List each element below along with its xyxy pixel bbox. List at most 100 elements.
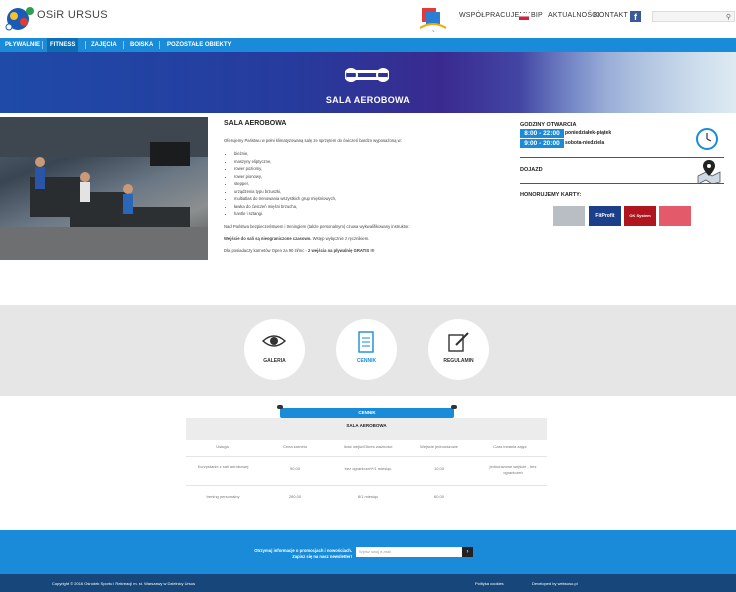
dumbbell-icon xyxy=(345,68,389,82)
link-cennik-label: CENNIK xyxy=(356,358,377,364)
equipment-item: multiatlas do trenowania wszystkich grup… xyxy=(234,195,504,203)
footer: Copyright © 2016 Ośrodek Sportu i Rekrea… xyxy=(0,574,736,592)
tab-knob xyxy=(277,405,283,409)
partner-logo-icon[interactable]: ~ xyxy=(416,6,450,34)
hours-time: 9:00 - 20:00 xyxy=(520,139,564,148)
bip-flag-icon xyxy=(519,13,529,20)
card-oksystem-logo[interactable]: OK System xyxy=(624,206,656,226)
pricing-tab[interactable]: CENNIK xyxy=(277,405,457,418)
clock-icon xyxy=(696,128,718,150)
pricing-cell: 8/1 miesiąc xyxy=(357,494,379,499)
gym-photo xyxy=(0,117,208,260)
pricing-col-header: Wejście jednorazowe xyxy=(420,444,458,449)
hours-days: sobota-niedziela xyxy=(565,140,605,146)
search-icon[interactable]: ⚲ xyxy=(726,13,731,21)
link-regulamin[interactable]: REGULAMIN xyxy=(428,319,489,380)
gym-photo-illustration xyxy=(0,117,208,260)
eye-icon xyxy=(262,335,286,347)
mainnav-item-zajecia[interactable]: ZAJĘCIA xyxy=(88,38,120,52)
pricing-cell: 90,00 xyxy=(289,466,300,471)
directions-title[interactable]: DOJAZD xyxy=(520,167,543,173)
nav-aktualnosci[interactable]: AKTUALNOŚCI xyxy=(548,12,600,19)
sidebar-divider xyxy=(520,157,724,158)
pricing-table: SALA AEROBOWA CENNIK Usługa Cena karnetu… xyxy=(186,405,547,518)
map-pin-icon[interactable] xyxy=(696,158,722,184)
pricing-cell: 280,00 xyxy=(288,494,302,499)
equipment-item: rower pionowy, xyxy=(234,173,504,181)
document-icon xyxy=(358,331,374,353)
newsletter-text: Otrzymuj informacje o promocjach i nowoś… xyxy=(240,548,352,560)
osir-logo-icon[interactable] xyxy=(4,4,36,32)
sidebar: GODZINY OTWARCIA 8:00 - 22:00 poniedział… xyxy=(520,122,724,226)
pricing-cell: trening personalny xyxy=(206,494,240,499)
svg-text:~: ~ xyxy=(432,29,435,34)
pricing-col-header: Ilość wejść/Okres ważności xyxy=(343,444,393,449)
newsletter-line2: Zapisz się na nasz newsletter! xyxy=(292,554,352,559)
newsletter-email-field[interactable]: Wpisz swój e-mail xyxy=(356,547,462,557)
nav-kontakt[interactable]: KONTAKT xyxy=(594,12,628,19)
row-divider xyxy=(186,485,547,486)
pricing-cell: jednorazowe wejście - bez ograniczeń xyxy=(489,464,537,475)
pricing-col-header: Cena karnetu xyxy=(282,444,307,449)
facebook-icon[interactable]: f xyxy=(630,11,641,22)
row-divider xyxy=(186,456,547,457)
newsletter: Otrzymuj informacje o promocjach i nowoś… xyxy=(0,530,736,574)
pricing-cell: bez ograniczeń*/1 miesiąc xyxy=(344,466,392,471)
content-title: SALA AEROBOWA xyxy=(224,120,287,127)
promo-bold: 2 wejścia na pływalnię GRATIS !!! xyxy=(308,247,375,253)
equipment-item: bieżnie, xyxy=(234,150,504,158)
page-banner: SALA AEROBOWA xyxy=(0,52,736,113)
pricing-cell: 60,00 xyxy=(433,494,444,499)
nav-bip[interactable]: BIP xyxy=(531,12,543,19)
pricing-cell: Korzystanie z sali aerobowej xyxy=(197,464,249,469)
card-fitprofit-logo[interactable]: FitProfit xyxy=(589,206,621,226)
equipment-item: ławka do ćwiczeń mięśni brzucha, xyxy=(234,203,504,211)
equipment-item: rower poziomy, xyxy=(234,165,504,173)
footer-copyright: Copyright © 2016 Ośrodek Sportu i Rekrea… xyxy=(52,581,196,586)
equipment-item: hantle i sztangi. xyxy=(234,210,504,218)
nav-separator xyxy=(159,41,160,49)
site-name[interactable]: OSiR URSUS xyxy=(37,9,108,21)
hours-days: poniedziałek-piątek xyxy=(565,130,612,136)
link-galeria[interactable]: GALERIA xyxy=(244,319,305,380)
sidebar-divider xyxy=(520,183,724,184)
mainnav-item-pozostale-obiekty[interactable]: POZOSTAŁE OBIEKTY xyxy=(164,38,235,52)
equipment-item: urządzenia typu brzuszki, xyxy=(234,188,504,196)
tab-knob xyxy=(451,405,457,409)
pricing-cell: 10,00 xyxy=(433,466,444,471)
equipment-item: stepper, xyxy=(234,180,504,188)
content-intro: Oferujemy Państwu w pełni klimatyzowaną … xyxy=(224,138,402,143)
hours-title: GODZINY OTWARCIA xyxy=(520,122,577,128)
mainnav-item-plywalnie[interactable]: PŁYWALNIE xyxy=(2,38,43,52)
content-promo: Dla posiadaczy karnetów Open za 90 zł/mc… xyxy=(224,248,504,254)
hours-time: 8:00 - 22:00 xyxy=(520,129,564,138)
main-content: SALA AEROBOWA Oferujemy Państwu w pełni … xyxy=(224,120,504,254)
link-cennik[interactable]: CENNIK xyxy=(336,319,397,380)
pricing-title: SALA AEROBOWA xyxy=(346,423,387,428)
banner-title: SALA AEROBOWA xyxy=(325,95,411,105)
cards-title: HONORUJEMY KARTY: xyxy=(520,192,582,198)
footer-developer-link[interactable]: Developed by websoso.pl xyxy=(532,581,578,586)
card-logo[interactable] xyxy=(659,206,691,226)
equipment-list: bieżnie, maszyny eliptyczne, rower pozio… xyxy=(234,150,504,218)
card-logo[interactable] xyxy=(553,206,585,226)
access-rest: Wstęp wyłącznie z ręcznikiem. xyxy=(311,235,370,241)
newsletter-submit-button[interactable]: › xyxy=(462,547,473,557)
access-bold: Wejście do sali są nieograniczone czasow… xyxy=(224,235,312,241)
equipment-item: maszyny eliptyczne, xyxy=(234,158,504,166)
content-supervision: Nad Państwa bezpieczeństwem i treningiem… xyxy=(224,223,410,229)
search-input[interactable]: ⚲ xyxy=(652,11,735,22)
header: OSiR URSUS ~ WSPÓŁPRACUJEMY BIP AKTUALNO… xyxy=(0,0,736,38)
nav-separator xyxy=(123,41,124,49)
pricing-col-header: Usługa xyxy=(216,444,229,449)
promo-plain: Dla posiadaczy karnetów Open za 90 zł/mc… xyxy=(224,247,309,253)
pricing-header: SALA AEROBOWA xyxy=(186,418,547,440)
mainnav-item-fitness[interactable]: FITNESS xyxy=(47,38,79,52)
main-nav: PŁYWALNIE FITNESS ZAJĘCIA BOISKA POZOSTA… xyxy=(0,38,736,52)
quick-links: GALERIA CENNIK REGULAMIN xyxy=(0,305,736,396)
edit-document-icon xyxy=(448,332,469,352)
footer-cookies-link[interactable]: Polityka cookies xyxy=(475,581,504,586)
mainnav-item-boiska[interactable]: BOISKA xyxy=(127,38,156,52)
link-galeria-label: GALERIA xyxy=(263,358,286,364)
nav-separator xyxy=(42,41,43,49)
